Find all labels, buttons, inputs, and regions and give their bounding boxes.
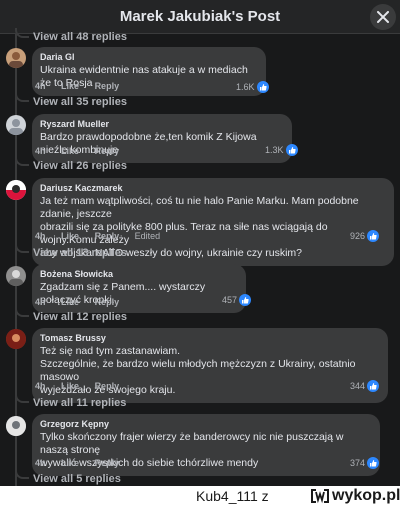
- comment-actions: 4h Like Reply Edited: [35, 231, 173, 241]
- comment-actions: 4h Like Reply: [35, 297, 132, 307]
- reaction-number: 1.6K: [236, 81, 255, 92]
- reply-button[interactable]: Reply: [95, 458, 120, 468]
- view-all-replies-link[interactable]: View all 12 replies: [33, 311, 127, 323]
- reply-connector: [15, 393, 29, 403]
- watermark-username: Kub4_111 z: [196, 488, 269, 504]
- avatar[interactable]: [6, 180, 26, 200]
- reaction-number: 926: [350, 230, 366, 241]
- comment-time[interactable]: 4h: [35, 81, 46, 91]
- post-header: Marek Jakubiak's Post: [0, 0, 400, 34]
- like-reaction-icon: [367, 456, 380, 469]
- view-all-replies-link[interactable]: View all 13 replies: [33, 247, 127, 259]
- comment-author[interactable]: Grzegorz Kępny: [40, 419, 372, 429]
- reply-button[interactable]: Reply: [95, 381, 120, 391]
- reaction-number: 1.3K: [265, 144, 284, 155]
- like-reaction-icon: [285, 143, 298, 156]
- like-reaction-icon: [367, 229, 380, 242]
- close-icon: [377, 11, 389, 23]
- comment-actions: 4h Like Reply: [35, 146, 132, 156]
- avatar[interactable]: [6, 48, 26, 68]
- comment-text-line: Tylko skończony frajer wierzy że bandero…: [40, 431, 344, 456]
- like-button[interactable]: Like: [61, 458, 79, 468]
- reply-button[interactable]: Reply: [95, 231, 120, 241]
- reaction-count[interactable]: 1.6K: [236, 80, 269, 93]
- watermark-bar: Kub4_111 z wykop.pl: [0, 486, 400, 507]
- user-photo-icon: [9, 52, 23, 68]
- comment-actions: 4h Like Reply: [35, 81, 132, 91]
- post-comments-page: Marek Jakubiak's Post View all 48 replie…: [0, 0, 400, 507]
- reaction-count[interactable]: 926: [350, 229, 380, 242]
- default-user-icon: [9, 119, 23, 135]
- user-photo-icon: [9, 270, 23, 286]
- reply-connector: [15, 156, 29, 166]
- reply-button[interactable]: Reply: [95, 81, 120, 91]
- reply-button[interactable]: Reply: [95, 297, 120, 307]
- like-button[interactable]: Like: [61, 297, 79, 307]
- comment-time[interactable]: 4h: [35, 458, 46, 468]
- like-button[interactable]: Like: [61, 146, 79, 156]
- reply-connector: [15, 469, 29, 479]
- comment-text-line: Ja też mam wątpliwości, coś tu nie halo …: [40, 195, 359, 220]
- like-reaction-icon: [239, 293, 252, 306]
- like-button[interactable]: Like: [61, 81, 79, 91]
- user-photo-icon: [6, 416, 26, 436]
- reply-button[interactable]: Reply: [95, 146, 120, 156]
- view-all-replies-link[interactable]: View all 26 replies: [33, 160, 127, 172]
- reaction-number: 457: [222, 294, 238, 305]
- reaction-number: 374: [350, 457, 366, 468]
- avatar[interactable]: [6, 416, 26, 436]
- comment-time[interactable]: 4h: [35, 231, 46, 241]
- comment-text-line: Też się nad tym zastanawiam.: [40, 345, 181, 357]
- avatar[interactable]: [6, 266, 26, 286]
- flag-emblem-icon: [6, 180, 26, 200]
- comment-bubble: Tomasz Brussy Też się nad tym zastanawia…: [32, 328, 388, 403]
- like-button[interactable]: Like: [61, 231, 79, 241]
- like-reaction-icon: [256, 80, 269, 93]
- avatar[interactable]: [6, 329, 26, 349]
- reaction-count[interactable]: 457: [222, 293, 252, 306]
- comment-time[interactable]: 4h: [35, 146, 46, 156]
- reply-connector: [15, 243, 29, 253]
- comment-author[interactable]: Bożena Słowicka: [40, 269, 238, 279]
- comment-author[interactable]: Daria Gl: [40, 52, 258, 62]
- reply-connector: [15, 28, 29, 38]
- comment-time[interactable]: 4h: [35, 381, 46, 391]
- comment-time[interactable]: 4h: [35, 297, 46, 307]
- reply-connector: [15, 307, 29, 317]
- user-photo-icon: [6, 329, 26, 349]
- view-all-replies-link[interactable]: View all 5 replies: [33, 473, 121, 485]
- comment-author[interactable]: Ryszard Mueller: [40, 119, 284, 129]
- reaction-count[interactable]: 374: [350, 456, 380, 469]
- view-all-replies-link[interactable]: View all 35 replies: [33, 96, 127, 108]
- comment-actions: 4h Like Reply: [35, 381, 132, 391]
- post-title: Marek Jakubiak's Post: [119, 8, 281, 25]
- like-reaction-icon: [367, 379, 380, 392]
- view-all-replies-link[interactable]: View all 11 replies: [33, 397, 126, 409]
- close-button[interactable]: [370, 4, 396, 30]
- view-all-replies-link[interactable]: View all 48 replies: [33, 31, 127, 43]
- edited-label: Edited: [134, 231, 161, 241]
- comment-actions: 4h Like Reply: [35, 458, 132, 468]
- wykop-logo-icon: [311, 489, 329, 504]
- comment-author[interactable]: Dariusz Kaczmarek: [40, 183, 386, 193]
- avatar[interactable]: [6, 115, 26, 135]
- like-button[interactable]: Like: [61, 381, 79, 391]
- reaction-count[interactable]: 344: [350, 379, 380, 392]
- comment-author[interactable]: Tomasz Brussy: [40, 333, 380, 343]
- reaction-number: 344: [350, 380, 366, 391]
- reply-connector: [15, 92, 29, 102]
- reaction-count[interactable]: 1.3K: [265, 143, 298, 156]
- watermark-site: wykop.pl: [332, 487, 400, 504]
